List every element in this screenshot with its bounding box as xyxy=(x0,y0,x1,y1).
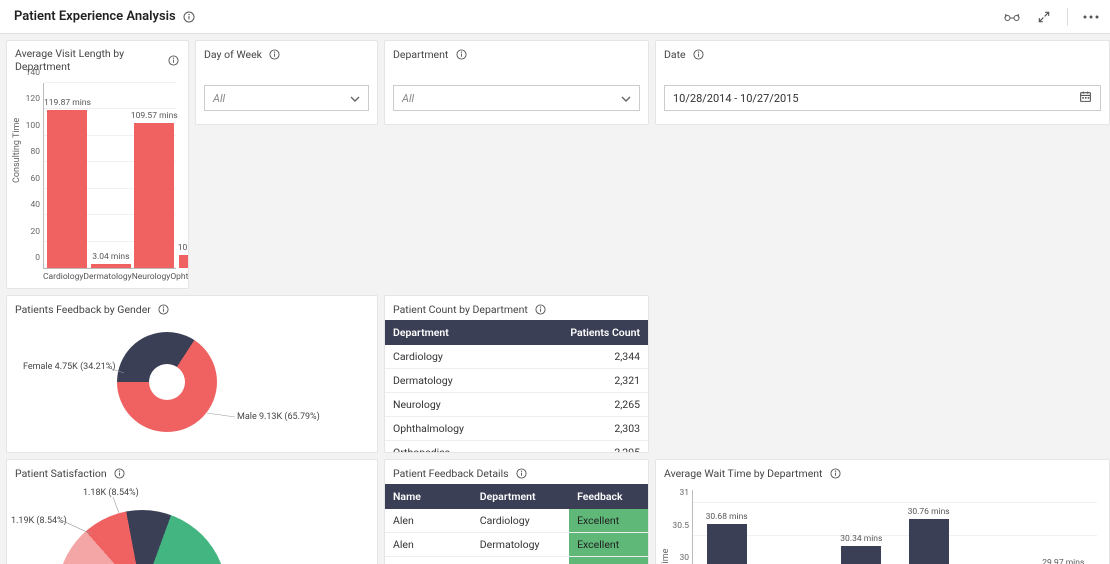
table-row[interactable]: Cardiology2,344 xyxy=(385,345,648,369)
date-range-input[interactable]: 10/28/2014 - 10/27/2015 xyxy=(664,85,1101,111)
fullscreen-icon[interactable] xyxy=(1035,8,1053,26)
info-icon[interactable] xyxy=(534,302,548,316)
panel-title: Patients Feedback by Gender xyxy=(15,303,151,316)
col-department: Department xyxy=(385,320,517,345)
panel-title: Patient Satisfaction xyxy=(15,467,107,480)
page-title: Patient Experience Analysis xyxy=(14,9,176,24)
chevron-down-icon xyxy=(621,92,631,105)
table-row[interactable]: Dermatology2,321 xyxy=(385,369,648,393)
gender-donut-chart[interactable]: Female 4.75K (34.21%) Male 9.13K (65.79%… xyxy=(7,320,377,452)
feedback-panel: Patient Feedback Details Name Department… xyxy=(384,459,649,564)
glasses-icon[interactable] xyxy=(1003,8,1021,26)
title-bar: Patient Experience Analysis xyxy=(0,0,1110,34)
info-icon[interactable] xyxy=(454,47,468,61)
info-icon[interactable] xyxy=(829,466,843,480)
panel-title: Patient Count by Department xyxy=(393,303,528,316)
info-icon[interactable] xyxy=(168,53,180,67)
select-placeholder: All xyxy=(213,92,225,105)
info-icon[interactable] xyxy=(113,466,127,480)
visit-length-panel: Average Visit Length by Department Consu… xyxy=(6,40,189,289)
filter-date: Date 10/28/2014 - 10/27/2015 xyxy=(655,40,1110,125)
wait-time-panel: Average Wait Time by Department Waiting … xyxy=(655,459,1110,564)
info-icon[interactable] xyxy=(692,47,706,61)
visit-length-chart[interactable]: Consulting Time 020406080100120140119.87… xyxy=(7,77,188,288)
more-icon[interactable] xyxy=(1082,8,1100,26)
poor-label: 1.19K (8.54%) xyxy=(11,516,67,526)
col-department: Department xyxy=(472,484,569,509)
col-count: Patients Count xyxy=(517,320,648,345)
col-feedback: Feedback xyxy=(569,484,648,509)
filter-label: Date xyxy=(664,48,686,61)
panel-title: Patient Feedback Details xyxy=(393,467,509,480)
filter-label: Department xyxy=(393,48,448,61)
female-label: Female 4.75K (34.21%) xyxy=(23,362,115,372)
col-name: Name xyxy=(385,484,472,509)
filter-label: Day of Week xyxy=(204,48,262,61)
calendar-icon xyxy=(1079,90,1092,106)
table-row[interactable]: Neurology2,265 xyxy=(385,393,648,417)
table-row[interactable]: AlenNeurologyExcellent xyxy=(385,557,648,564)
patient-count-panel: Patient Count by Department Department P… xyxy=(384,295,649,453)
satisfaction-pie-chart[interactable]: 1.18K (8.54%) 1.19K (8.54%) 3.71K (26… 7… xyxy=(7,484,377,564)
select-placeholder: All xyxy=(402,92,414,105)
table-row[interactable]: AlenDermatologyExcellent xyxy=(385,533,648,557)
male-label: Male 9.13K (65.79%) xyxy=(237,412,320,422)
info-icon[interactable] xyxy=(157,302,171,316)
feedback-table[interactable]: AlenCardiologyExcellentAlenDermatologyEx… xyxy=(385,509,648,564)
patient-count-table[interactable]: Department Patients Count Cardiology2,34… xyxy=(385,320,648,453)
table-row[interactable]: AlenCardiologyExcellent xyxy=(385,509,648,533)
feedback-table-body-scroll[interactable]: AlenCardiologyExcellentAlenDermatologyEx… xyxy=(385,509,648,564)
info-icon[interactable] xyxy=(182,10,196,24)
panel-title: Average Wait Time by Department xyxy=(664,467,823,480)
wait-time-chart[interactable]: Waiting Time 2828.52929.53030.53130.68 m… xyxy=(656,484,1109,564)
filter-day-of-week: Day of Week All xyxy=(195,40,378,125)
filter-department: Department All xyxy=(384,40,649,125)
satisfaction-panel: Patient Satisfaction 1.18K (8.54%) 1.19K… xyxy=(6,459,378,564)
info-icon[interactable] xyxy=(515,466,529,480)
chevron-down-icon xyxy=(350,92,360,105)
day-of-week-select[interactable]: All xyxy=(204,85,369,111)
table-row[interactable]: Ophthalmology2,303 xyxy=(385,417,648,441)
date-value: 10/28/2014 - 10/27/2015 xyxy=(673,92,799,105)
separator xyxy=(1067,8,1068,26)
department-select[interactable]: All xyxy=(393,85,640,111)
gender-panel: Patients Feedback by Gender Female 4.75K… xyxy=(6,295,378,453)
info-icon[interactable] xyxy=(268,47,282,61)
feedback-table-head: Name Department Feedback xyxy=(385,484,648,509)
table-row[interactable]: Orthopedics2,295 xyxy=(385,441,648,454)
